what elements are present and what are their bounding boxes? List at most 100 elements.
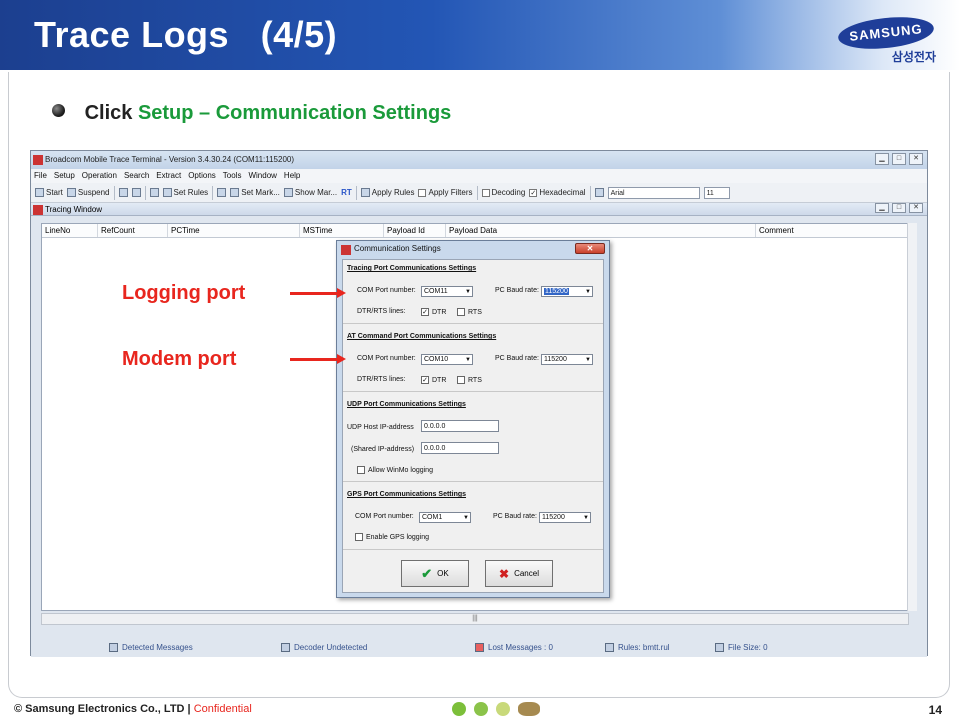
at-baud-select[interactable]: 115200 ▼ bbox=[541, 354, 593, 365]
footer-copyright: © Samsung Electronics Co., LTD | Confide… bbox=[14, 703, 252, 715]
gps-com-value: COM1 bbox=[422, 514, 443, 521]
at-com-select[interactable]: COM10 ▼ bbox=[421, 354, 473, 365]
col-pctime[interactable]: PCTime bbox=[168, 224, 300, 237]
dialog-titlebar: Communication Settings ✕ bbox=[337, 241, 609, 257]
set-rules-label: Set Rules bbox=[173, 188, 209, 197]
ok-label: OK bbox=[437, 569, 449, 578]
tracing-restore-button[interactable]: □ bbox=[892, 203, 906, 213]
suspend-button[interactable]: Suspend bbox=[66, 188, 110, 197]
close-button[interactable]: ✕ bbox=[909, 153, 923, 165]
tracing-window-controls: ▁ □ ✕ bbox=[875, 203, 923, 213]
dropdown-arrow-icon: ▼ bbox=[465, 357, 471, 363]
gps-port-section: GPS Port Communications Settings COM Por… bbox=[343, 486, 603, 550]
checkbox-icon bbox=[355, 533, 363, 541]
tracing-dtr-checkbox[interactable]: ✓ DTR bbox=[421, 308, 446, 316]
gps-section-title: GPS Port Communications Settings bbox=[347, 491, 467, 498]
col-mstime[interactable]: MSTime bbox=[300, 224, 384, 237]
at-baud-value: 115200 bbox=[544, 356, 567, 363]
apply-rules-button[interactable]: Apply Rules bbox=[360, 188, 414, 197]
tracing-com-value: COM11 bbox=[424, 288, 448, 295]
at-dtr-rts-label: DTR/RTS lines: bbox=[357, 376, 406, 383]
at-rts-checkbox[interactable]: RTS bbox=[457, 376, 482, 384]
suspend-label: Suspend bbox=[77, 188, 110, 197]
logo-text: SAMSUNG bbox=[836, 13, 936, 53]
font-select[interactable]: Arial bbox=[607, 186, 700, 199]
checkbox-icon bbox=[457, 376, 465, 384]
font-size-select[interactable]: 11 bbox=[703, 186, 730, 199]
menu-operation[interactable]: Operation bbox=[82, 169, 117, 183]
col-lineno[interactable]: LineNo bbox=[42, 224, 98, 237]
start-label: Start bbox=[46, 188, 63, 197]
col-payload-id[interactable]: Payload Id bbox=[384, 224, 446, 237]
tracing-com-label: COM Port number: bbox=[357, 287, 416, 294]
messages-icon bbox=[109, 642, 118, 652]
set-mark-button[interactable]: Set Mark... bbox=[230, 188, 280, 197]
mark-icon[interactable] bbox=[217, 188, 227, 197]
toolbar-separator bbox=[355, 185, 357, 200]
tracing-close-button[interactable]: ✕ bbox=[909, 203, 923, 213]
bullet-prefix: Click bbox=[84, 102, 133, 124]
tracing-section-title: Tracing Port Communications Settings bbox=[347, 265, 477, 272]
save-icon[interactable] bbox=[131, 188, 141, 197]
tracing-rts-checkbox[interactable]: RTS bbox=[457, 308, 482, 316]
menu-tools[interactable]: Tools bbox=[223, 169, 242, 183]
rt-button[interactable]: RT bbox=[341, 188, 352, 197]
tracing-baud-select[interactable]: 115200 ▼ bbox=[541, 286, 593, 297]
gps-baud-select[interactable]: 115200 ▼ bbox=[539, 512, 591, 523]
at-dtr-checkbox[interactable]: ✓ DTR bbox=[421, 376, 446, 384]
cancel-button[interactable]: ✖ Cancel bbox=[485, 560, 553, 587]
show-mark-button[interactable]: Show Mar... bbox=[283, 188, 337, 197]
gps-com-select[interactable]: COM1 ▼ bbox=[419, 512, 471, 523]
status-file-size: File Size: 0 bbox=[715, 642, 768, 652]
udp-host-input[interactable]: 0.0.0.0 bbox=[421, 420, 499, 432]
apply-filters-checkbox[interactable]: Apply Filters bbox=[418, 188, 473, 197]
decoder-text: Decoder Undetected bbox=[294, 642, 368, 652]
tracing-minimize-button[interactable]: ▁ bbox=[875, 203, 889, 213]
page-number: 14 bbox=[928, 703, 942, 717]
checkbox-checked-icon: ✓ bbox=[421, 376, 429, 384]
tracing-com-select[interactable]: COM11 ▼ bbox=[421, 286, 473, 297]
udp-shared-input[interactable]: 0.0.0.0 bbox=[421, 442, 499, 454]
dropdown-arrow-icon: ▼ bbox=[585, 289, 591, 295]
menu-file[interactable]: File bbox=[34, 169, 47, 183]
decoding-checkbox[interactable]: Decoding bbox=[481, 188, 525, 197]
tracing-window-titlebar: Tracing Window ▁ □ ✕ bbox=[31, 203, 927, 216]
vertical-scrollbar[interactable] bbox=[907, 223, 917, 611]
start-button[interactable]: Start bbox=[35, 188, 63, 197]
col-comment[interactable]: Comment bbox=[756, 224, 906, 237]
menu-window[interactable]: Window bbox=[248, 169, 276, 183]
checkbox-icon bbox=[457, 308, 465, 316]
cancel-x-icon: ✖ bbox=[499, 566, 510, 581]
font-icon[interactable] bbox=[594, 188, 604, 197]
app-titlebar: Broadcom Mobile Trace Terminal - Version… bbox=[31, 151, 927, 169]
horizontal-scrollbar[interactable]: ||| bbox=[41, 613, 909, 625]
gps-logging-checkbox[interactable]: Enable GPS logging bbox=[355, 533, 429, 541]
col-payload-data[interactable]: Payload Data bbox=[446, 224, 756, 237]
confidential-label: Confidential bbox=[193, 703, 252, 715]
menu-search[interactable]: Search bbox=[124, 169, 149, 183]
toolbar-separator bbox=[476, 185, 478, 200]
col-refcount[interactable]: RefCount bbox=[98, 224, 168, 237]
bullet-icon bbox=[52, 104, 65, 117]
minimize-button[interactable]: ▁ bbox=[875, 153, 889, 165]
start-icon bbox=[35, 188, 44, 197]
open-folder-icon[interactable] bbox=[118, 188, 128, 197]
udp-shared-value: 0.0.0.0 bbox=[424, 445, 446, 452]
page-icon[interactable] bbox=[149, 188, 159, 197]
menu-help[interactable]: Help bbox=[284, 169, 300, 183]
winmo-logging-checkbox[interactable]: Allow WinMo logging bbox=[357, 466, 433, 474]
ok-button[interactable]: ✔ OK bbox=[401, 560, 469, 587]
menu-options[interactable]: Options bbox=[188, 169, 216, 183]
winmo-logging-label: Allow WinMo logging bbox=[368, 466, 433, 474]
modem-port-annotation: Modem port bbox=[122, 348, 237, 370]
checkbox-checked-icon: ✓ bbox=[421, 308, 429, 316]
hexadecimal-checkbox[interactable]: ✓ Hexadecimal bbox=[529, 188, 586, 197]
rules-text: Rules: bmtt.rul bbox=[618, 642, 670, 652]
set-rules-button[interactable]: Set Rules bbox=[162, 188, 209, 197]
menu-setup[interactable]: Setup bbox=[54, 169, 75, 183]
dropdown-arrow-icon: ▼ bbox=[463, 515, 469, 521]
dialog-close-button[interactable]: ✕ bbox=[575, 243, 605, 254]
menu-extract[interactable]: Extract bbox=[156, 169, 181, 183]
maximize-button[interactable]: □ bbox=[892, 153, 906, 165]
app-icon bbox=[33, 155, 43, 165]
